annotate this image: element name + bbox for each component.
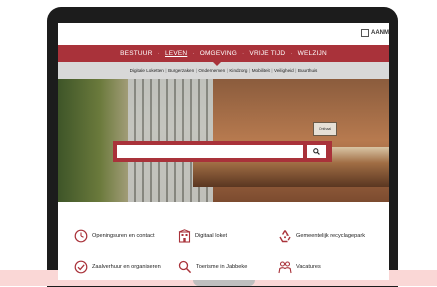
subnav-divider: | [249, 68, 251, 73]
quick-link-label: Digitaal loket [195, 233, 228, 239]
quick-links: Openingsuren en contact Digitaal loket G… [58, 202, 389, 280]
people-icon [278, 261, 292, 274]
nav-separator: · [242, 50, 245, 57]
nav-separator: · [192, 50, 195, 57]
quick-link-zaalverhuur[interactable]: Zaalverhuur en organiseren [74, 260, 161, 274]
main-nav: BESTUUR · LEVEN · OMGEVING · VRIJE TIJD … [58, 45, 389, 62]
quick-link-label: Gemeentelijk recyclagepark [296, 233, 366, 239]
active-nav-pointer [213, 62, 221, 66]
checkmark-icon [74, 260, 88, 274]
quick-link-label: Toerisme in Jabbeke [196, 264, 248, 270]
search-input[interactable] [117, 145, 303, 158]
nav-item-vrije-tijd[interactable]: VRIJE TIJD [249, 50, 285, 57]
subnav-divider: | [226, 68, 228, 73]
building-icon [178, 229, 191, 243]
nav-item-welzijn[interactable]: WELZIJN [298, 50, 327, 57]
nav-item-leven[interactable]: LEVEN [165, 50, 187, 57]
login-link[interactable]: AANM [361, 29, 389, 37]
quick-link-label: Zaalverhuur en organiseren [92, 264, 161, 270]
quick-link-openingsuren[interactable]: Openingsuren en contact [74, 229, 155, 243]
nav-separator: · [290, 50, 293, 57]
sub-nav: Digitale Loketten | Burgerzaken | Ondern… [58, 62, 389, 79]
subnav-divider: | [271, 68, 273, 73]
clock-icon [74, 229, 88, 243]
login-icon [361, 29, 369, 37]
subnav-divider: | [295, 68, 297, 73]
nav-item-omgeving[interactable]: OMGEVING [200, 50, 237, 57]
login-label: AANM [371, 30, 389, 36]
quick-link-vacatures[interactable]: Vacatures [278, 260, 321, 274]
quick-link-digitaal-loket[interactable]: Digitaal loket [178, 229, 227, 243]
subnav-item-veiligheid[interactable]: Veiligheid [274, 68, 294, 73]
laptop-notch [193, 280, 255, 286]
quick-link-recyclagepark[interactable]: Gemeentelijk recyclagepark [278, 229, 365, 243]
subnav-item-kindzorg[interactable]: Kindzorg [229, 68, 247, 73]
subnav-item-burgerzaken[interactable]: Burgerzaken [168, 68, 194, 73]
search-icon [313, 148, 320, 155]
subnav-divider: | [165, 68, 167, 73]
quick-link-label: Vacatures [296, 264, 321, 270]
recycle-icon [279, 230, 291, 243]
search-bar [113, 141, 332, 162]
subnav-item-mobiliteit[interactable]: Mobiliteit [252, 68, 270, 73]
quick-link-toerisme[interactable]: Toerisme in Jabbeke [178, 260, 247, 274]
nav-separator: · [157, 50, 160, 57]
subnav-item-digitale-loketten[interactable]: Digitale Loketten [130, 68, 164, 73]
subnav-divider: | [195, 68, 197, 73]
subnav-item-ondernemen[interactable]: Ondernemen [198, 68, 225, 73]
search-button[interactable] [307, 145, 326, 158]
website-screen: AANM BESTUUR · LEVEN · OMGEVING · VRIJE … [58, 23, 389, 280]
quick-link-label: Openingsuren en contact [92, 233, 155, 239]
top-bar: AANM [58, 23, 389, 45]
nav-item-bestuur[interactable]: BESTUUR [120, 50, 152, 57]
magnifier-icon [178, 260, 192, 274]
hero-desk-sign: Onthaal [313, 122, 337, 136]
subnav-item-buurthuis[interactable]: Buurthuis [298, 68, 317, 73]
